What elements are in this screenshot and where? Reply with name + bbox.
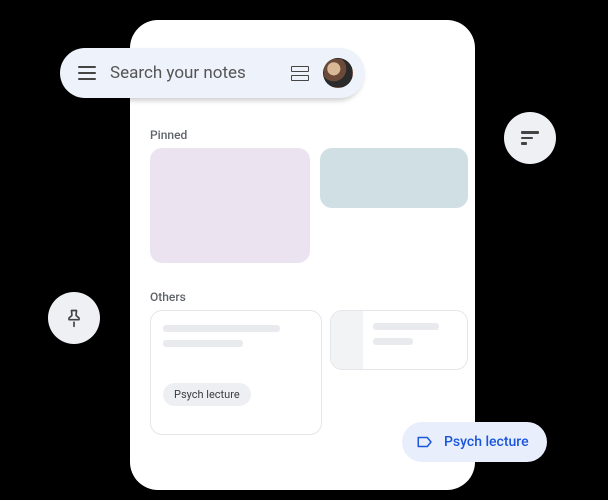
label-icon xyxy=(416,433,434,451)
label-pill-text: Psych lecture xyxy=(444,434,529,450)
note-text-skeleton xyxy=(373,338,413,345)
pinned-note-1[interactable] xyxy=(150,148,310,263)
label-pill[interactable]: Psych lecture xyxy=(402,422,547,462)
note-thumbnail xyxy=(331,311,363,369)
search-bar[interactable]: Search your notes xyxy=(60,48,365,98)
sort-icon xyxy=(521,131,539,145)
other-note-2[interactable] xyxy=(330,310,468,370)
note-text-skeleton xyxy=(163,340,243,347)
sort-button[interactable] xyxy=(504,112,556,164)
avatar[interactable] xyxy=(323,58,353,88)
note-text-skeleton xyxy=(373,323,439,330)
section-header-pinned: Pinned xyxy=(150,128,187,142)
note-label-chip[interactable]: Psych lecture xyxy=(163,383,251,406)
search-input[interactable]: Search your notes xyxy=(110,63,277,83)
pin-button[interactable] xyxy=(48,292,100,344)
note-text-skeleton xyxy=(163,325,280,332)
hamburger-menu-icon[interactable] xyxy=(78,66,96,80)
section-header-others: Others xyxy=(150,290,186,304)
other-note-1[interactable]: Psych lecture xyxy=(150,310,322,435)
pinned-note-2[interactable] xyxy=(320,148,468,208)
pin-icon xyxy=(64,308,84,328)
list-view-toggle-icon[interactable] xyxy=(291,66,309,81)
